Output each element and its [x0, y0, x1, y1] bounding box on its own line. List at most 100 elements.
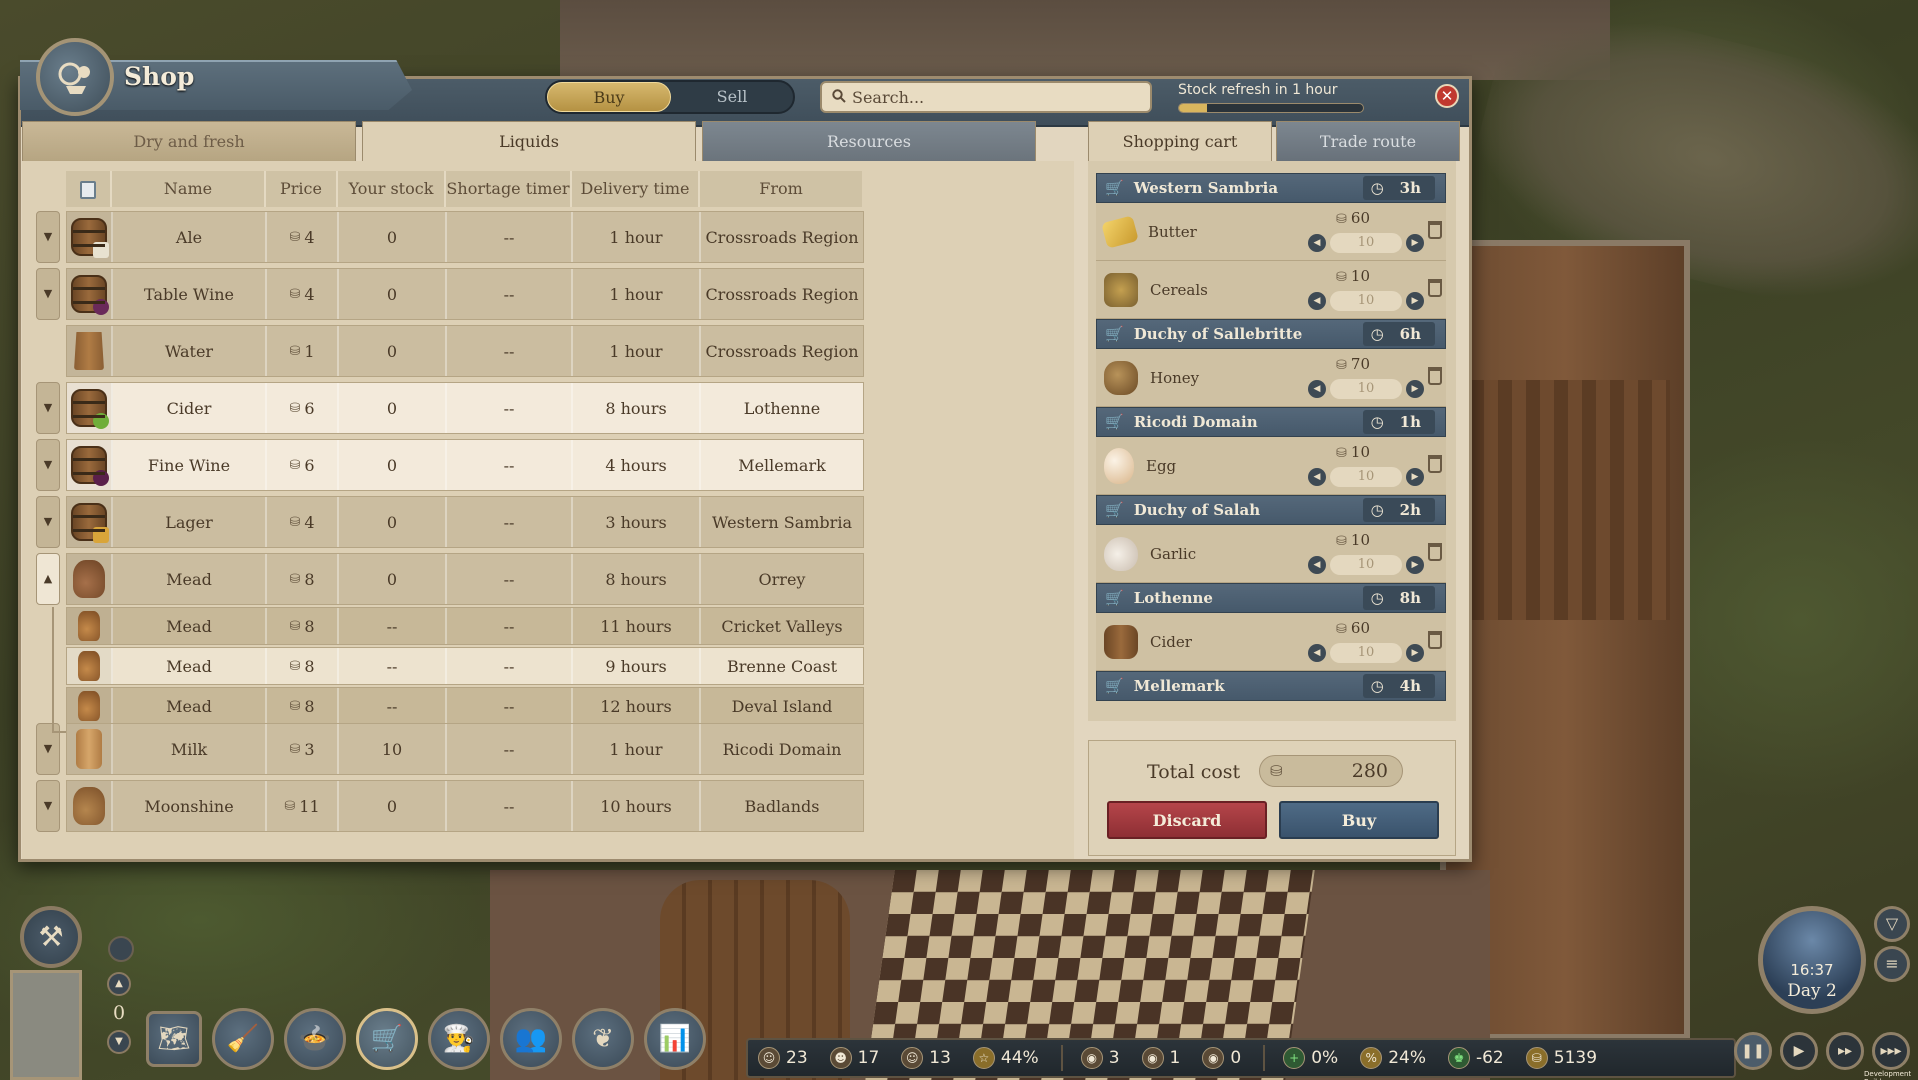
- item-delivery: 1 hour: [573, 724, 701, 774]
- quantity-value[interactable]: 10: [1330, 291, 1402, 311]
- reputation-button[interactable]: ❦: [572, 1008, 634, 1070]
- search-input[interactable]: [852, 87, 1132, 107]
- table-row[interactable]: Ale ⛁ 4 0 -- 1 hour Crossroads Region: [66, 211, 864, 263]
- column-shortage-timer[interactable]: Shortage timer: [446, 171, 572, 207]
- pause-button[interactable]: ❚❚: [1734, 1032, 1772, 1070]
- cleaning-button[interactable]: 🧹: [212, 1008, 274, 1070]
- trash-icon[interactable]: [1428, 455, 1442, 473]
- tab-liquids[interactable]: Liquids: [362, 121, 696, 161]
- tab-shopping-cart[interactable]: Shopping cart: [1088, 121, 1272, 161]
- broom-icon: 🧹: [226, 1024, 260, 1054]
- item-price: ⛁ 8: [267, 688, 339, 724]
- table-row[interactable]: Moonshine ⛁ 11 0 -- 10 hours Badlands: [66, 780, 864, 832]
- tab-resources[interactable]: Resources: [702, 121, 1036, 161]
- filter-button[interactable]: ▽: [1874, 906, 1910, 942]
- column-price[interactable]: Price: [266, 171, 338, 207]
- coin-icon: ⛁: [1336, 212, 1347, 227]
- search-box[interactable]: [820, 81, 1152, 113]
- stat-misc-stock[interactable]: ◉ 0: [1202, 1047, 1241, 1069]
- increase-quantity-button[interactable]: ▶: [1406, 644, 1424, 662]
- increase-quantity-button[interactable]: ▶: [1406, 234, 1424, 252]
- increase-quantity-button[interactable]: ▶: [1406, 556, 1424, 574]
- decrease-quantity-button[interactable]: ◀: [1308, 468, 1326, 486]
- build-options-button[interactable]: [108, 936, 134, 962]
- trash-icon[interactable]: [1428, 279, 1442, 297]
- stat-guests[interactable]: ☺ 23: [758, 1047, 808, 1069]
- decrease-quantity-button[interactable]: ◀: [1308, 556, 1326, 574]
- table-row[interactable]: Cider ⛁ 6 0 -- 8 hours Lothenne: [66, 382, 864, 434]
- decrease-quantity-button[interactable]: ◀: [1308, 234, 1326, 252]
- stat-growth[interactable]: +0%: [1283, 1047, 1338, 1069]
- column-delivery-time[interactable]: Delivery time: [572, 171, 700, 207]
- table-row[interactable]: Lager ⛁ 4 0 -- 3 hours Western Sambria: [66, 496, 864, 548]
- day-clock[interactable]: 16:37 Day 2: [1758, 906, 1866, 1014]
- close-button[interactable]: ✕: [1435, 84, 1459, 108]
- quantity-value[interactable]: 10: [1330, 379, 1402, 399]
- fastest-button[interactable]: ▸▸▸: [1872, 1032, 1910, 1070]
- expand-ale-button[interactable]: ▼: [36, 211, 60, 263]
- table-row[interactable]: Milk ⛁ 3 10 -- 1 hour Ricodi Domain: [66, 723, 864, 775]
- staff-button[interactable]: 👨‍🍳: [428, 1008, 490, 1070]
- buy-button[interactable]: Buy: [1279, 801, 1439, 839]
- column-name[interactable]: Name: [112, 171, 266, 207]
- mode-sell-tab[interactable]: Sell: [671, 82, 793, 112]
- column-your-stock[interactable]: Your stock: [338, 171, 446, 207]
- menu-button[interactable]: ≡: [1874, 946, 1910, 982]
- expand-fine-wine-button[interactable]: ▼: [36, 439, 60, 491]
- increase-quantity-button[interactable]: ▶: [1406, 292, 1424, 310]
- trash-icon[interactable]: [1428, 367, 1442, 385]
- buy-sell-toggle[interactable]: Buy Sell: [545, 80, 795, 114]
- table-row[interactable]: Water ⛁ 1 0 -- 1 hour Crossroads Region: [66, 325, 864, 377]
- stat-staff[interactable]: ☺ 13: [901, 1047, 951, 1069]
- expand-lager-button[interactable]: ▼: [36, 496, 60, 548]
- stat-tax[interactable]: % 24%: [1360, 1047, 1426, 1069]
- shop-button[interactable]: 🛒: [356, 1008, 418, 1070]
- statistics-button[interactable]: 📊: [644, 1008, 706, 1070]
- table-row[interactable]: Mead ⛁ 8 0 -- 8 hours Orrey: [66, 553, 864, 605]
- table-row[interactable]: Table Wine ⛁ 4 0 -- 1 hour Crossroads Reg…: [66, 268, 864, 320]
- expand-moonshine-button[interactable]: ▼: [36, 780, 60, 832]
- table-subrow[interactable]: Mead ⛁ 8 -- -- 12 hours Deval Island: [66, 687, 864, 725]
- guests-button[interactable]: 👥: [500, 1008, 562, 1070]
- quantity-value[interactable]: 10: [1330, 233, 1402, 253]
- quantity-value[interactable]: 10: [1330, 643, 1402, 663]
- tab-trade-route[interactable]: Trade route: [1276, 121, 1460, 161]
- stat-food-stock[interactable]: ◉ 3: [1080, 1047, 1120, 1069]
- quantity-value[interactable]: 10: [1330, 467, 1402, 487]
- stat-drink-stock[interactable]: ◉ 1: [1141, 1047, 1180, 1069]
- increase-quantity-button[interactable]: ▶: [1406, 380, 1424, 398]
- trash-icon[interactable]: [1428, 631, 1442, 649]
- increase-quantity-button[interactable]: ▶: [1406, 468, 1424, 486]
- stat-reputation[interactable]: ♚ -62: [1447, 1047, 1504, 1069]
- stat-satisfaction[interactable]: ☆ 44%: [972, 1047, 1039, 1069]
- tab-dry-and-fresh[interactable]: Dry and fresh: [22, 121, 356, 161]
- fast-forward-button[interactable]: ▸▸: [1826, 1032, 1864, 1070]
- decrease-quantity-button[interactable]: ◀: [1308, 380, 1326, 398]
- floor-down-button[interactable]: ▼: [107, 1030, 131, 1054]
- expand-cider-button[interactable]: ▼: [36, 382, 60, 434]
- floor-up-button[interactable]: ▲: [107, 972, 131, 996]
- stat-gold[interactable]: ⛁ 5139: [1525, 1047, 1597, 1069]
- decrease-quantity-button[interactable]: ◀: [1308, 292, 1326, 310]
- build-hammer-button[interactable]: ⚒: [20, 906, 82, 968]
- expand-table-wine-button[interactable]: ▼: [36, 268, 60, 320]
- decrease-quantity-button[interactable]: ◀: [1308, 644, 1326, 662]
- item-from: Mellemark: [738, 455, 826, 475]
- trash-icon[interactable]: [1428, 221, 1442, 239]
- table-subrow[interactable]: Mead ⛁ 8 -- -- 9 hours Brenne Coast: [66, 647, 864, 685]
- cooking-button[interactable]: 🍲: [284, 1008, 346, 1070]
- quantity-value[interactable]: 10: [1330, 555, 1402, 575]
- trash-icon[interactable]: [1428, 543, 1442, 561]
- stat-workers[interactable]: ☻ 17: [829, 1047, 879, 1069]
- mode-buy-tab[interactable]: Buy: [547, 82, 671, 112]
- resource-status-bar: ☺ 23 ☻ 17 ☺ 13 ☆ 44% ◉ 3 ◉ 1 ◉ 0 +0% % 24% ♚ -62 …: [746, 1038, 1736, 1078]
- play-button[interactable]: ▶: [1780, 1032, 1818, 1070]
- column-from[interactable]: From: [700, 171, 862, 207]
- collapse-mead-button[interactable]: ▲: [36, 553, 60, 605]
- table-subrow[interactable]: Mead ⛁ 8 -- -- 11 hours Cricket Valleys: [66, 607, 864, 645]
- cart-list[interactable]: 🛒 Western Sambria ◷ 3h Butter ⛁ 60 ◀ 10 ▶ …: [1096, 173, 1446, 721]
- discard-button[interactable]: Discard: [1107, 801, 1267, 839]
- table-row[interactable]: Fine Wine ⛁ 6 0 -- 4 hours Mellemark: [66, 439, 864, 491]
- item-delivery: 10 hours: [573, 781, 701, 831]
- map-button[interactable]: 🗺: [146, 1011, 202, 1067]
